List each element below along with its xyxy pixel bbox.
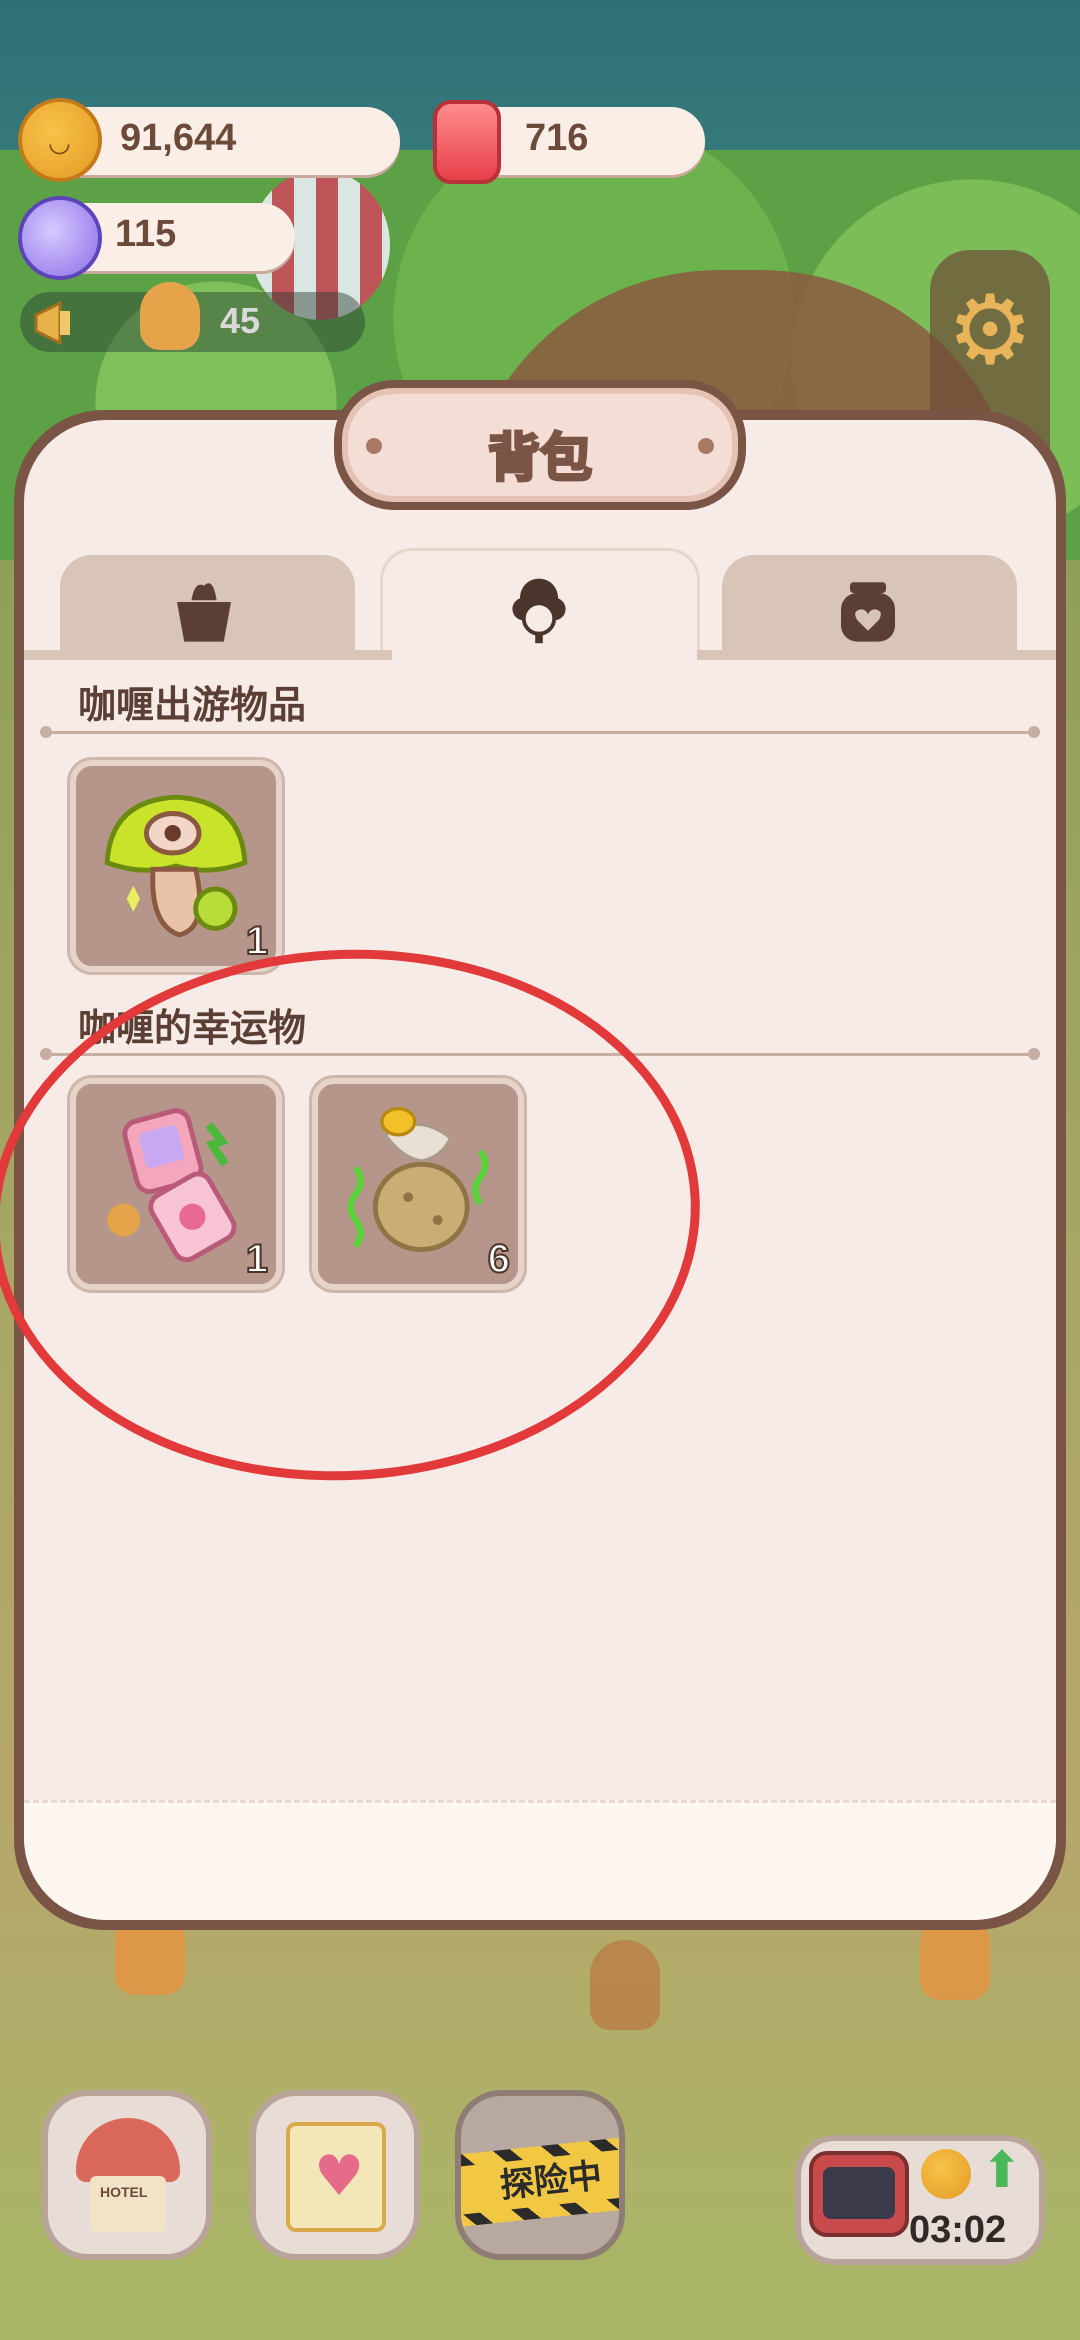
explore-button[interactable]: 探险中	[455, 2090, 625, 2260]
megaphone-icon[interactable]	[30, 295, 90, 351]
cookie-icon	[18, 98, 102, 182]
diary-button[interactable]: ♥	[250, 2090, 420, 2260]
cookie-icon	[921, 2149, 971, 2199]
cookie-character	[590, 1940, 660, 2030]
cookie-avatar-icon	[140, 282, 200, 350]
notice-count: 45	[220, 300, 261, 341]
candy-icon	[18, 196, 102, 280]
tv-screen	[823, 2167, 895, 2219]
panel-title-plate: 背包	[334, 380, 746, 510]
tv-icon	[809, 2151, 909, 2237]
tab-items[interactable]	[60, 555, 355, 660]
tab-bar-gap	[392, 650, 697, 660]
box-icon	[177, 583, 231, 642]
diary-icon: ♥	[286, 2122, 386, 2232]
timer-text: 03:02	[909, 2209, 1007, 2251]
up-arrow-icon: ⬆	[981, 2141, 1023, 2199]
tab-curry[interactable]	[380, 548, 700, 660]
panel-footer	[24, 1800, 1056, 1920]
heart-icon: ♥	[314, 2144, 365, 2209]
hotel-roof	[76, 2118, 180, 2182]
tab-collection[interactable]	[722, 555, 1017, 660]
mushroom-donut-icon	[104, 794, 248, 938]
hotel-sign: HOTEL	[100, 2184, 148, 2200]
section-title-outing: 咖喱出游物品	[78, 683, 307, 727]
jar-heart-icon	[841, 582, 895, 642]
tv-timer-widget[interactable]: ⬆ 03:02	[795, 2135, 1045, 2265]
candle-icon	[433, 100, 501, 184]
hotel-button[interactable]: HOTEL	[42, 2090, 212, 2260]
gear-icon[interactable]: ⚙	[940, 280, 1040, 380]
caution-tape: 探险中	[461, 2131, 619, 2229]
candy-count: 115	[115, 213, 177, 255]
cookie-count: 91,644	[120, 117, 237, 159]
section-divider	[40, 726, 1040, 738]
item-count: 1	[245, 918, 269, 964]
item-slot-mushroom[interactable]: 1	[70, 760, 282, 972]
explore-status-label: 探险中	[461, 2146, 619, 2216]
candle-count: 716	[525, 117, 589, 159]
curry-chef-icon	[512, 578, 566, 644]
panel-title: 背包	[486, 428, 593, 491]
